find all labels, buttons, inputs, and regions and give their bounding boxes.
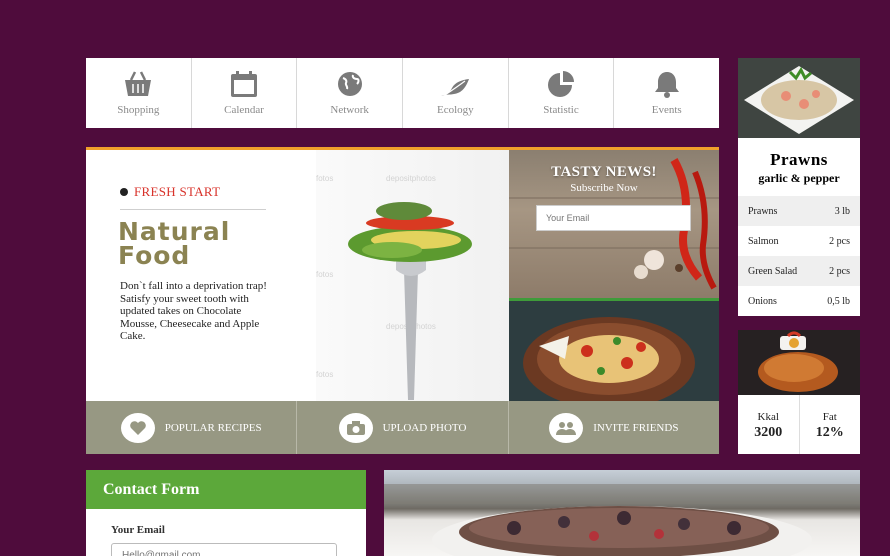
ingredient-qty: 0,5 lb xyxy=(827,295,850,307)
upload-photo-button[interactable]: UPLOAD PHOTO xyxy=(297,401,509,454)
fat-stat: Fat 12% xyxy=(800,395,861,454)
divider xyxy=(120,209,266,210)
pasta-photo xyxy=(509,298,719,407)
pie-chart-icon xyxy=(548,71,575,97)
bullet-icon xyxy=(120,188,128,197)
invite-friends-button[interactable]: INVITE FRIENDS xyxy=(509,401,719,454)
ingredient-qty: 3 lb xyxy=(834,205,850,217)
recipe-subtitle: garlic & pepper xyxy=(758,171,840,185)
calendar-icon xyxy=(231,71,257,97)
nav-item-label: Network xyxy=(330,104,369,116)
ingredient-name: Green Salad xyxy=(748,265,798,277)
ingredient-qty: 2 pcs xyxy=(829,235,850,247)
table-row: Prawns 3 lb xyxy=(738,196,860,226)
email-label: Your Email xyxy=(111,524,165,536)
nav-item-label: Calendar xyxy=(224,104,264,116)
popular-recipes-button[interactable]: POPULAR RECIPES xyxy=(86,401,298,454)
camera-icon xyxy=(338,412,373,443)
table-row: Onions 0,5 lb xyxy=(738,286,860,316)
hero-text-block: FRESH START Natural Food Don`t fall into … xyxy=(86,150,316,404)
stat-label: Fat xyxy=(822,411,837,423)
recipe-title: Prawns xyxy=(770,150,828,169)
heart-icon xyxy=(120,412,155,443)
hero-title-line2: Food xyxy=(118,241,191,270)
newsletter-title: TASTY NEWS! xyxy=(551,164,657,180)
pizza-photo xyxy=(384,470,860,556)
ingredient-name: Salmon xyxy=(748,235,779,247)
globe-icon xyxy=(337,72,362,96)
nav-item-label: Events xyxy=(651,104,682,116)
pasta-image xyxy=(523,317,695,407)
roast-chicken-photo xyxy=(738,330,860,395)
contact-form: Contact Form Your Email xyxy=(86,470,366,556)
hero-kicker-text: FRESH START xyxy=(134,184,221,199)
nav-item-ecology[interactable]: Ecology xyxy=(403,58,509,128)
stat-value: 12% xyxy=(815,425,844,440)
fork-salad-photo: fotos depositphotos fotos depositphotos … xyxy=(316,150,509,404)
newsletter-subtitle: Subscribe Now xyxy=(570,182,638,194)
ingredient-name: Prawns xyxy=(748,205,778,217)
hero-title: Natural Food xyxy=(118,219,288,270)
nav-item-shopping[interactable]: Shopping xyxy=(86,58,192,128)
table-row: Salmon 2 pcs xyxy=(738,226,860,256)
invite-friends-label: INVITE FRIENDS xyxy=(593,421,679,434)
email-field[interactable] xyxy=(111,543,337,556)
people-icon xyxy=(549,412,584,443)
recipe-card[interactable]: Prawns garlic & pepper Prawns 3 lb Salmon… xyxy=(738,58,860,316)
newsletter-box: TASTY NEWS! Subscribe Now xyxy=(509,150,719,300)
nav-item-events[interactable]: Events xyxy=(614,58,719,128)
top-nav: Shopping Calendar Network Ecology Statis… xyxy=(86,58,719,128)
nutrition-card[interactable]: Kkal 3200 Fat 12% xyxy=(738,330,860,454)
contact-form-title: Contact Form xyxy=(86,470,366,509)
kkal-stat: Kkal 3200 xyxy=(738,395,800,454)
nav-item-network[interactable]: Network xyxy=(297,58,404,128)
ingredient-name: Onions xyxy=(748,295,777,307)
nav-item-label: Ecology xyxy=(437,104,474,116)
basket-icon xyxy=(125,71,152,96)
bell-icon xyxy=(654,72,679,98)
fork-image xyxy=(348,202,472,400)
table-row: Green Salad 2 pcs xyxy=(738,256,860,286)
nav-item-label: Shopping xyxy=(117,104,160,116)
hero-kicker: FRESH START xyxy=(120,184,220,200)
ingredients-table: Prawns 3 lb Salmon 2 pcs Green Salad 2 pcs … xyxy=(738,196,860,316)
action-bar: POPULAR RECIPES UPLOAD PHOTO INVITE FRIE… xyxy=(86,401,719,454)
nutrition-stats: Kkal 3200 Fat 12% xyxy=(738,395,860,454)
hero-description: Don`t fall into a deprivation trap! Sati… xyxy=(120,280,267,342)
nav-item-statistic[interactable]: Statistic xyxy=(509,58,615,128)
upload-photo-label: UPLOAD PHOTO xyxy=(382,421,467,434)
newsletter-email-input[interactable] xyxy=(536,205,691,231)
leaf-icon xyxy=(441,79,470,96)
nav-item-label: Statistic xyxy=(543,104,579,116)
stat-value: 3200 xyxy=(754,425,783,440)
pizza-image xyxy=(384,484,860,556)
stat-label: Kkal xyxy=(757,411,779,423)
prawns-photo xyxy=(738,58,860,138)
ingredient-qty: 2 pcs xyxy=(829,265,850,277)
hero-panel: FRESH START Natural Food Don`t fall into … xyxy=(86,147,719,407)
nav-item-calendar[interactable]: Calendar xyxy=(192,58,298,128)
popular-recipes-label: POPULAR RECIPES xyxy=(164,421,262,434)
